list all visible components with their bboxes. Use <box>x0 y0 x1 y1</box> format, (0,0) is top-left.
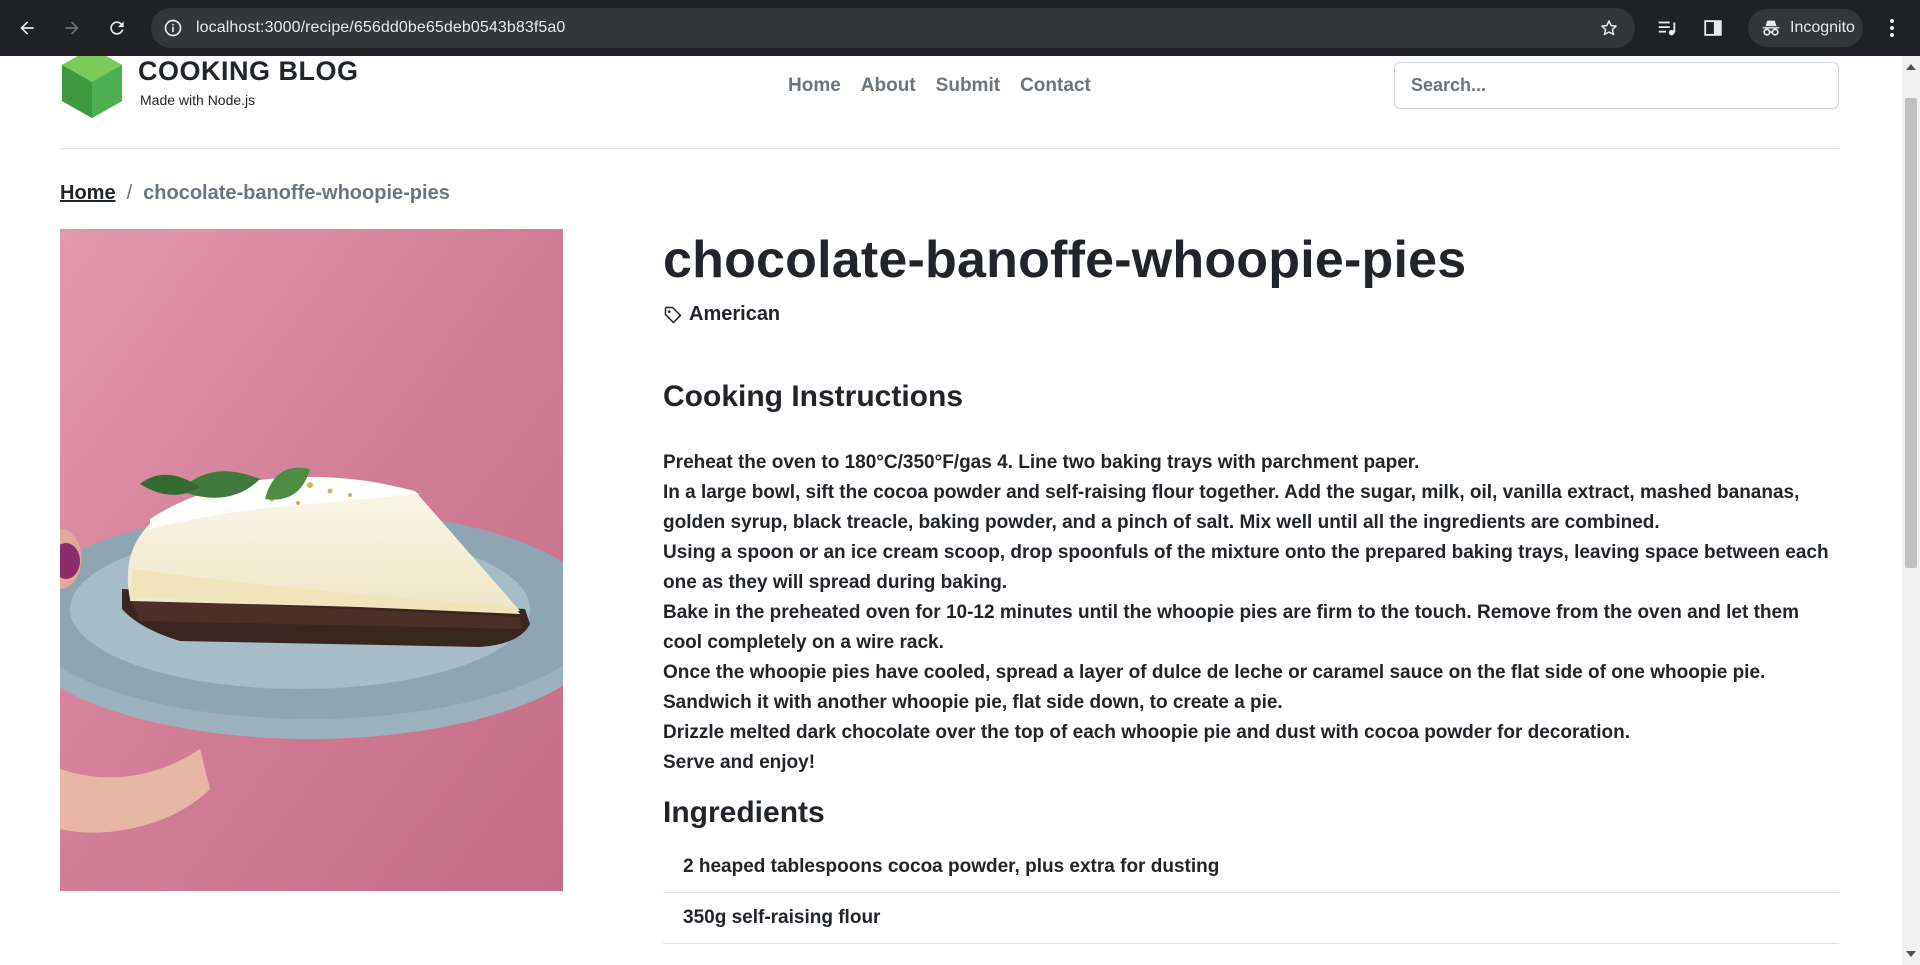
tag-icon <box>664 306 682 323</box>
incognito-badge[interactable]: Incognito <box>1748 9 1863 47</box>
kebab-menu-icon[interactable] <box>1880 16 1904 40</box>
category-label[interactable]: American <box>689 303 780 326</box>
recipe-category[interactable]: American <box>663 303 1839 326</box>
search-input[interactable] <box>1394 62 1839 109</box>
info-icon[interactable] <box>163 18 183 38</box>
nodejs-hexagon-logo-icon <box>62 56 122 118</box>
scroll-up-icon[interactable] <box>1906 64 1916 70</box>
star-icon[interactable] <box>1599 18 1619 38</box>
breadcrumb-separator: / <box>126 182 133 204</box>
scrollbar-thumb[interactable] <box>1905 98 1917 568</box>
instruction-step: Bake in the preheated oven for 10-12 min… <box>663 602 1799 653</box>
recipe-image <box>60 229 563 891</box>
reload-button[interactable] <box>99 10 135 46</box>
instructions-heading: Cooking Instructions <box>663 380 963 413</box>
instruction-step: Once the whoopie pies have cooled, sprea… <box>663 662 1766 713</box>
main-nav: Home About Submit Contact <box>778 74 1101 98</box>
nav-home-link[interactable]: Home <box>778 74 851 98</box>
scroll-down-icon[interactable] <box>1906 951 1916 957</box>
ingredients-list: 2 heaped tablespoons cocoa powder, plus … <box>663 842 1839 944</box>
site-subtitle: Made with Node.js <box>140 92 256 108</box>
ingredient-item: 350g self-raising flour <box>663 893 1839 944</box>
forward-button[interactable] <box>54 10 90 46</box>
instructions-list: Preheat the oven to 180°C/350°F/gas 4. L… <box>663 448 1839 778</box>
incognito-icon <box>1762 20 1780 36</box>
instruction-step: Serve and enjoy! <box>663 752 816 773</box>
instruction-step: Preheat the oven to 180°C/350°F/gas 4. L… <box>663 452 1420 473</box>
media-controls-icon[interactable] <box>1656 17 1678 39</box>
instruction-step: In a large bowl, sift the cocoa powder a… <box>663 482 1800 533</box>
recipe-title: chocolate-banoffe-whoopie-pies <box>663 231 1467 289</box>
url-text[interactable]: localhost:3000/recipe/656dd0be65deb0543b… <box>196 8 565 48</box>
breadcrumb: Home / chocolate-banoffe-whoopie-pies <box>60 182 450 205</box>
ingredient-item: 2 heaped tablespoons cocoa powder, plus … <box>663 842 1839 893</box>
instruction-step: Drizzle melted dark chocolate over the t… <box>663 722 1631 743</box>
arrow-right-icon <box>65 21 79 35</box>
nav-contact-link[interactable]: Contact <box>1010 74 1101 98</box>
breadcrumb-home-link[interactable]: Home <box>60 182 116 205</box>
nav-about-link[interactable]: About <box>851 74 926 98</box>
breadcrumb-current: chocolate-banoffe-whoopie-pies <box>143 182 450 204</box>
nav-submit-link[interactable]: Submit <box>926 74 1010 98</box>
incognito-label: Incognito <box>1790 19 1855 36</box>
reload-icon <box>110 21 124 35</box>
site-logo[interactable] <box>60 56 124 120</box>
browser-toolbar: localhost:3000/recipe/656dd0be65deb0543b… <box>0 0 1920 56</box>
ingredients-heading: Ingredients <box>663 796 825 829</box>
side-panel-icon[interactable] <box>1702 17 1724 39</box>
arrow-left-icon <box>20 21 34 35</box>
web-page: COOKING BLOG Made with Node.js Home Abou… <box>0 56 1902 965</box>
pie-slice-photo <box>60 229 563 891</box>
header-divider <box>60 148 1839 149</box>
page-scrollbar[interactable] <box>1902 56 1920 965</box>
instruction-step: Using a spoon or an ice cream scoop, dro… <box>663 542 1829 593</box>
recipe-content: chocolate-banoffe-whoopie-pies American … <box>663 229 1839 944</box>
back-button[interactable] <box>9 10 45 46</box>
site-title[interactable]: COOKING BLOG <box>138 56 359 87</box>
address-bar[interactable]: localhost:3000/recipe/656dd0be65deb0543b… <box>151 8 1635 48</box>
